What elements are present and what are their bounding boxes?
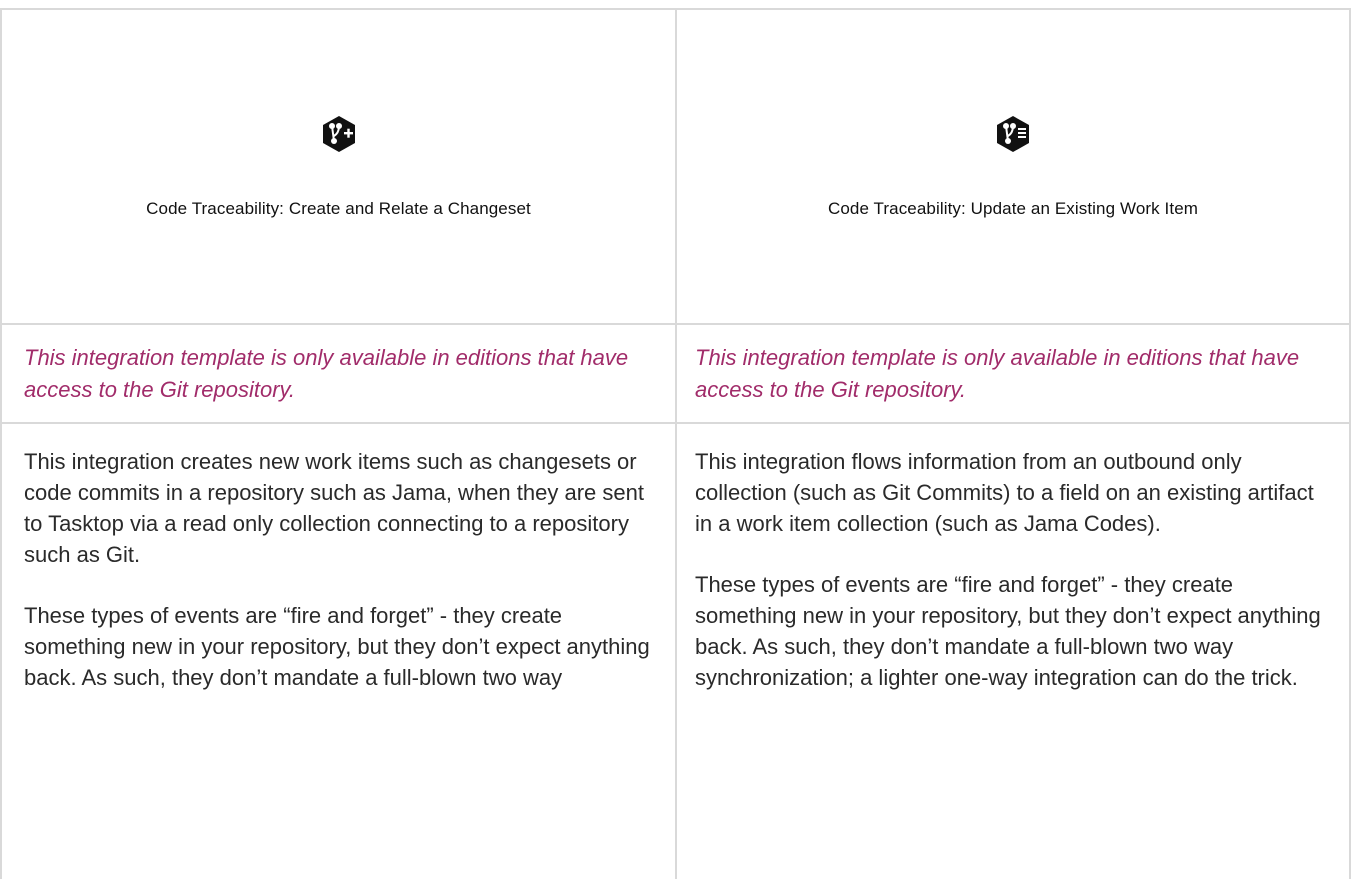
- description-paragraph: These types of events are “fire and forg…: [695, 572, 1321, 690]
- description: This integration flows information from …: [677, 424, 1349, 693]
- git-branch-plus-icon: [322, 115, 356, 153]
- description-cell: This integration flows information from …: [677, 422, 1351, 879]
- description-cell: This integration creates new work items …: [0, 422, 677, 879]
- git-branch-list-icon: [996, 115, 1030, 153]
- template-table: Code Traceability: Create and Relate a C…: [0, 8, 1351, 879]
- description: This integration creates new work items …: [2, 424, 675, 693]
- card-header-create-changeset[interactable]: Code Traceability: Create and Relate a C…: [0, 8, 677, 323]
- availability-note-cell: This integration template is only availa…: [677, 323, 1351, 422]
- card-title[interactable]: Code Traceability: Create and Relate a C…: [146, 199, 531, 219]
- availability-note: This integration template is only availa…: [695, 345, 1300, 402]
- card-header-update-work-item[interactable]: Code Traceability: Update an Existing Wo…: [677, 8, 1351, 323]
- availability-note-cell: This integration template is only availa…: [0, 323, 677, 422]
- description-paragraph: This integration flows information from …: [695, 449, 1314, 536]
- availability-note: This integration template is only availa…: [24, 345, 629, 402]
- description-paragraph: This integration creates new work items …: [24, 449, 644, 567]
- description-paragraph: These types of events are “fire and forg…: [24, 603, 650, 690]
- card-title[interactable]: Code Traceability: Update an Existing Wo…: [828, 199, 1198, 219]
